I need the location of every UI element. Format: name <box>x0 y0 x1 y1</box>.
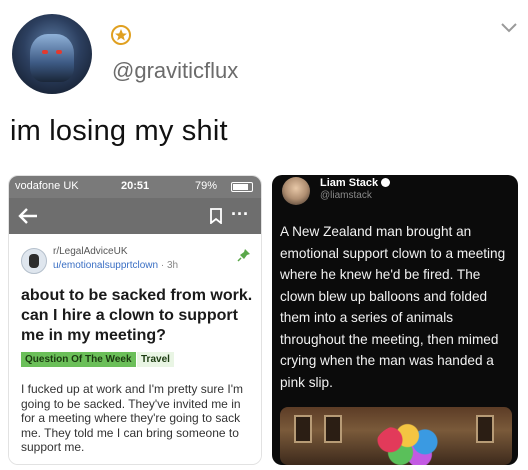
quoted-photo <box>280 407 512 465</box>
user-handle[interactable]: @graviticflux <box>112 58 238 84</box>
reddit-post: r/LegalAdviceUK u/emotionalsupprtclown ·… <box>9 234 261 464</box>
post-flair-secondary: Travel <box>137 352 174 367</box>
battery-icon <box>231 182 253 192</box>
quoted-name-text: Liam Stack <box>320 177 379 189</box>
reddit-screenshot-image[interactable]: vodafone UK 20:51 79% ··· r/LegalAdviceU… <box>8 175 262 465</box>
app-navbar: ··· <box>9 198 261 234</box>
back-arrow-icon <box>18 208 37 224</box>
pin-icon <box>237 249 250 262</box>
bookmark-icon <box>210 208 222 224</box>
subreddit-name: r/LegalAdviceUK <box>53 246 128 257</box>
carrier-label: vodafone UK <box>15 180 79 192</box>
tweet-header: @graviticflux <box>0 0 528 110</box>
chevron-down-icon[interactable] <box>500 22 518 34</box>
tweet-screenshot-image[interactable]: Liam Stack @liamstack A New Zealand man … <box>272 175 518 465</box>
post-author: u/emotionalsupprtclown · 3h <box>53 260 178 271</box>
quoted-handle: @liamstack <box>320 190 372 201</box>
avatar-figure <box>30 34 74 82</box>
post-author-name: u/emotionalsupprtclown <box>53 260 159 271</box>
battery-percent: 79% <box>195 180 218 192</box>
post-title: about to be sacked from work. can I hire… <box>21 287 253 344</box>
photo-window <box>476 415 494 443</box>
photo-window <box>324 415 342 443</box>
avatar-eye <box>42 50 48 54</box>
post-body: I fucked up at work and I'm pretty sure … <box>21 382 244 454</box>
quoted-text: A New Zealand man brought an emotional s… <box>280 224 506 390</box>
balloons <box>376 423 446 465</box>
more-options-icon: ··· <box>231 204 249 224</box>
status-time: 20:51 <box>121 180 150 192</box>
subreddit-avatar <box>21 248 47 274</box>
avatar[interactable] <box>12 14 92 94</box>
tweet-text: im losing my shit <box>10 115 228 147</box>
photo-window <box>294 415 312 443</box>
post-age: · 3h <box>160 260 179 271</box>
status-bar: vodafone UK 20:51 79% <box>9 176 261 198</box>
avatar-eye <box>56 50 62 54</box>
quoted-name: Liam Stack <box>320 177 391 189</box>
post-flair: Question Of The Week <box>21 352 136 367</box>
quoted-avatar <box>282 177 310 205</box>
star-badge-icon <box>111 25 131 45</box>
verified-icon <box>381 178 391 187</box>
